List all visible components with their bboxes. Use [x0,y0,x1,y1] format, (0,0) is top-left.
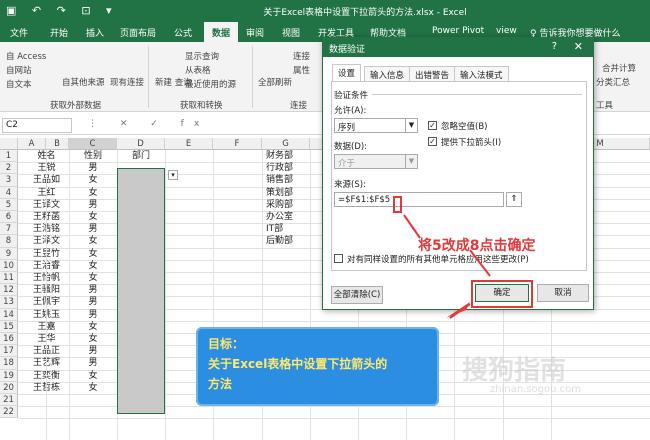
arrow-to-ok [469,249,491,277]
arrow-head [446,302,470,318]
goal-line-2: 关于Excel表格中设置下拉箭头的 [208,357,388,371]
arrow-to-goal [449,303,471,319]
watermark-text: 搜狗指南 [462,356,567,386]
goal-callout: 目标： 关于Excel表格中设置下拉箭头的 方法 [196,327,439,406]
watermark-url: zhinan.sogou.com [490,384,582,395]
arrow-to-source [403,214,421,239]
goal-heading: 目标： [208,337,245,351]
goal-line-3: 方法 [208,377,233,391]
